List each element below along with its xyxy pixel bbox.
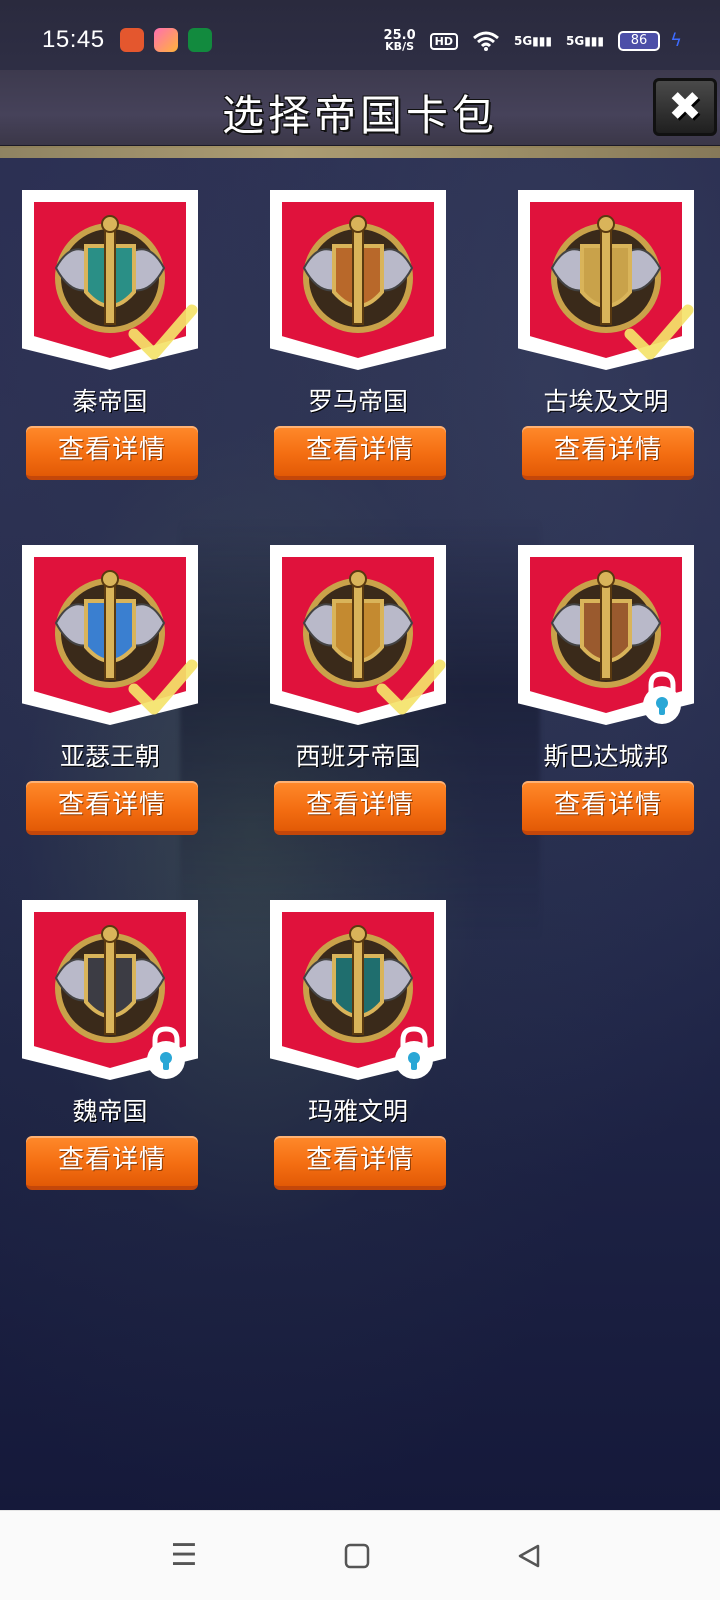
wifi-icon — [473, 31, 499, 51]
selected-check-icon — [128, 304, 198, 360]
empire-name: 西班牙帝国 — [295, 742, 421, 771]
selected-check-icon — [128, 659, 198, 715]
selected-check-icon — [624, 304, 694, 360]
hd-badge: HD — [429, 32, 458, 50]
close-icon: ✖ — [668, 84, 702, 130]
network-speed: 25.0 KB/S — [384, 29, 416, 53]
view-details-button[interactable]: 查看详情 — [522, 426, 694, 480]
signal-label: 5G — [565, 34, 585, 48]
empire-name: 古埃及文明 — [543, 387, 669, 416]
title-decor-strip — [0, 146, 720, 158]
menu-icon[interactable]: ☰ — [167, 1539, 201, 1573]
view-details-button[interactable]: 查看详情 — [274, 426, 446, 480]
lock-icon — [643, 671, 681, 724]
charging-icon: ϟ — [670, 30, 682, 51]
empire-emblem-icon — [302, 215, 414, 333]
status-bar: 15:45 25.0 KB/S HD 5G▮▮▮ 5G▮▮▮ 86 ϟ — [0, 0, 720, 80]
home-icon[interactable] — [340, 1539, 374, 1573]
empire-name: 玛雅文明 — [307, 1097, 408, 1126]
selected-check-icon — [376, 659, 446, 715]
notification-app-icon — [120, 28, 144, 52]
empire-name: 秦帝国 — [72, 387, 148, 416]
empire-name: 斯巴达城邦 — [543, 742, 669, 771]
empire-name: 魏帝国 — [72, 1097, 148, 1126]
view-details-button[interactable]: 查看详情 — [274, 781, 446, 835]
close-button[interactable]: ✖ — [653, 78, 717, 136]
lock-icon — [395, 1026, 433, 1079]
battery-icon: 86 — [618, 31, 660, 51]
notification-app-icon — [188, 28, 212, 52]
view-details-button[interactable]: 查看详情 — [26, 426, 198, 480]
system-nav-bar: ☰ — [0, 1510, 720, 1600]
status-time: 15:45 — [42, 26, 105, 53]
signal-icon: 5G▮▮▮ — [513, 34, 552, 48]
signal-icon: 5G▮▮▮ — [565, 34, 604, 48]
status-indicators: 25.0 KB/S HD 5G▮▮▮ 5G▮▮▮ 86 — [384, 28, 660, 54]
view-details-button[interactable]: 查看详情 — [26, 1136, 198, 1190]
notification-app-icon — [154, 28, 178, 52]
view-details-button[interactable]: 查看详情 — [26, 781, 198, 835]
lock-icon — [147, 1026, 185, 1079]
empire-name: 罗马帝国 — [307, 387, 408, 416]
network-speed-unit: KB/S — [385, 40, 415, 53]
back-icon[interactable] — [512, 1539, 546, 1573]
view-details-button[interactable]: 查看详情 — [522, 781, 694, 835]
empire-name: 亚瑟王朝 — [59, 742, 160, 771]
page-title: 选择帝国卡包 — [221, 91, 498, 140]
view-details-button[interactable]: 查看详情 — [274, 1136, 446, 1190]
signal-label: 5G — [513, 34, 533, 48]
